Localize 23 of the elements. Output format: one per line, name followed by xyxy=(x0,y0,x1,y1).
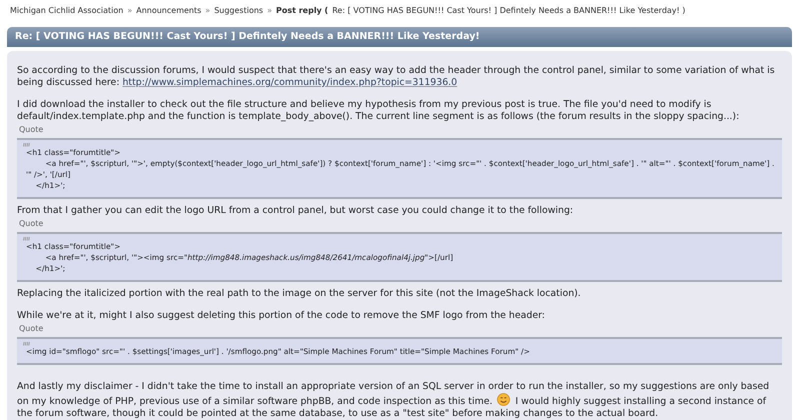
post-paragraph: From that I gather you can edit the logo URL from a control panel, but worst case you could change it to the following: xyxy=(17,205,574,217)
quote-label: Quote xyxy=(18,323,44,335)
quote-label: Quote xyxy=(18,124,44,136)
quote-marks-icon xyxy=(23,341,30,346)
breadcrumb-link[interactable]: Suggestions xyxy=(214,5,264,17)
post-paragraph: And lastly my disclaimer - I didn't take the time to install an appropriate version of an SQL server in order to run the installer, so my suggestions are only based on my knowledge of PHP, previous use of a similar software phpBB, and code inspection as this time. I would highly suggest installing a second instance of the forum software, though it could be pointed at the same database, to use as a "test site" before making changes to the actual board. xyxy=(17,381,770,420)
post-paragraph: While we're at it, might I also suggest deleting this portion of the code to remove the SMF logo from the header: xyxy=(17,310,546,322)
smiley-icon xyxy=(497,393,510,406)
breadcrumb-link[interactable]: Michigan Cichlid Association xyxy=(10,5,124,17)
post-paragraph: So according to the discussion forums, I would suspect that there's an easy way to add the header through the control panel, similar to some variation of what is being discussed here: http://www.simplemachines.org/community/index.php?topic=311936.0 xyxy=(17,65,776,89)
quote-marks-icon xyxy=(23,142,30,147)
breadcrumb-current: Post reply ( xyxy=(276,5,328,17)
post-title: Re: [ VOTING HAS BEGUN!!! Cast Yours! ] Defintely Needs a BANNER!!! Like Yesterday! xyxy=(15,30,480,44)
breadcrumb-separator: » xyxy=(127,5,132,17)
breadcrumb-topic: Re: [ VOTING HAS BEGUN!!! Cast Yours! ] Defintely Needs a BANNER!!! Like Yesterday! ) xyxy=(332,5,686,17)
quote-marks-icon xyxy=(23,236,30,241)
breadcrumb-link[interactable]: Announcements xyxy=(136,5,202,17)
post-paragraph: Replacing the italicized portion with the real path to the image on the server for this site (not the ImageShack location). xyxy=(17,288,582,300)
quote-label: Quote xyxy=(18,218,44,230)
post-paragraph: I did download the installer to check out the file structure and believe my hypothesis from my previous post is true. The file you'd need to modify is default/index.template.php and the function is template_body_above(). The current line segment is as follows (the forum results in the sloppy spacing...): xyxy=(17,99,740,123)
topic-link[interactable]: http://www.simplemachines.org/community/index.php?topic=311936.0 xyxy=(122,77,458,88)
breadcrumb-separator: » xyxy=(205,5,210,17)
breadcrumb-separator: » xyxy=(267,5,272,17)
